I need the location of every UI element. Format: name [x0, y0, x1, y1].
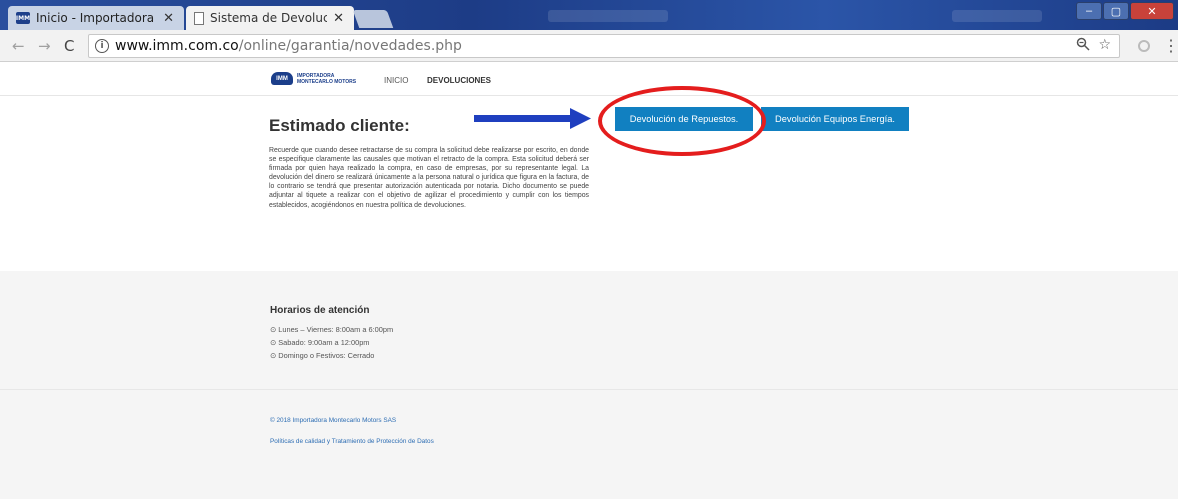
site-footer: © 2018 Importadora Montecarlo Motors SAS… [0, 390, 1178, 499]
zoom-icon[interactable] [1076, 37, 1090, 51]
hours-line: ⊙ Lunes – Viernes: 8:00am a 6:00pm [270, 325, 394, 334]
extension-icon[interactable] [1138, 40, 1150, 52]
copyright-link[interactable]: © 2018 Importadora Montecarlo Motors SAS [270, 417, 396, 424]
minimize-button[interactable]: ‒ [1076, 2, 1102, 20]
hours-line: ⊙ Domingo o Festivos: Cerrado [270, 351, 375, 360]
info-icon[interactable]: i [95, 39, 109, 53]
annotation-arrow-icon [474, 108, 591, 129]
forward-icon[interactable]: → [38, 37, 51, 55]
address-bar[interactable]: i www.imm.com.co/online/garantia/novedad… [88, 34, 1120, 58]
bookmark-star-icon[interactable]: ☆ [1098, 37, 1111, 53]
tab-title: Inicio - Importadora Mon [36, 11, 157, 25]
blurred-bookmark [548, 10, 668, 22]
menu-icon[interactable]: ⋮ [1163, 36, 1178, 56]
document-icon [194, 11, 204, 25]
url-host: www.imm.com.co [115, 38, 239, 54]
hours-line: ⊙ Sabado: 9:00am a 12:00pm [270, 338, 370, 347]
close-window-button[interactable]: ✕ [1130, 2, 1174, 20]
maximize-button[interactable]: ▢ [1103, 2, 1129, 20]
tab-title: Sistema de Devoluciones [210, 11, 328, 25]
policy-text: Recuerde que cuando desee retractarse de… [269, 147, 589, 209]
tab-devoluciones[interactable]: Sistema de Devoluciones ✕ [186, 6, 354, 30]
url-path: /online/garantia/novedades.php [238, 38, 462, 54]
new-tab-button[interactable] [352, 10, 394, 28]
site-logo[interactable]: IMM IMPORTADORA MONTECARLO MOTORS [271, 72, 356, 85]
logo-mark: IMM [271, 72, 293, 85]
imm-logo-icon: IMM [16, 12, 30, 24]
tab-inicio[interactable]: IMM Inicio - Importadora Mon ✕ [8, 6, 184, 30]
hours-section: Horarios de atención ⊙ Lunes – Viernes: … [0, 271, 1178, 390]
web-page: IMM IMPORTADORA MONTECARLO MOTORS INICIO… [0, 63, 1178, 499]
hours-title: Horarios de atención [270, 305, 370, 316]
blurred-user-name [952, 10, 1042, 22]
devolucion-equipos-energia-button[interactable]: Devolución Equipos Energía. [761, 107, 909, 131]
logo-text-bottom: MONTECARLO MOTORS [297, 78, 357, 85]
back-icon[interactable]: ← [12, 37, 25, 55]
annotation-circle [598, 86, 766, 156]
close-icon[interactable]: ✕ [333, 11, 344, 26]
nav-inicio[interactable]: INICIO [384, 76, 408, 85]
nav-devoluciones[interactable]: DEVOLUCIONES [427, 76, 491, 85]
browser-title-bar: IMM Inicio - Importadora Mon ✕ Sistema d… [0, 0, 1178, 30]
window-controls: ‒ ▢ ✕ [1076, 2, 1174, 20]
logo-text: IMPORTADORA MONTECARLO MOTORS [297, 73, 356, 85]
site-header: IMM IMPORTADORA MONTECARLO MOTORS INICIO… [0, 63, 1178, 96]
close-icon[interactable]: ✕ [163, 11, 174, 26]
page-title: Estimado cliente: [269, 116, 410, 135]
reload-icon[interactable]: C [64, 37, 74, 55]
policy-link[interactable]: Políticas de calidad y Tratamiento de Pr… [270, 438, 434, 445]
browser-toolbar: ← → C i www.imm.com.co/online/garantia/n… [0, 30, 1178, 62]
